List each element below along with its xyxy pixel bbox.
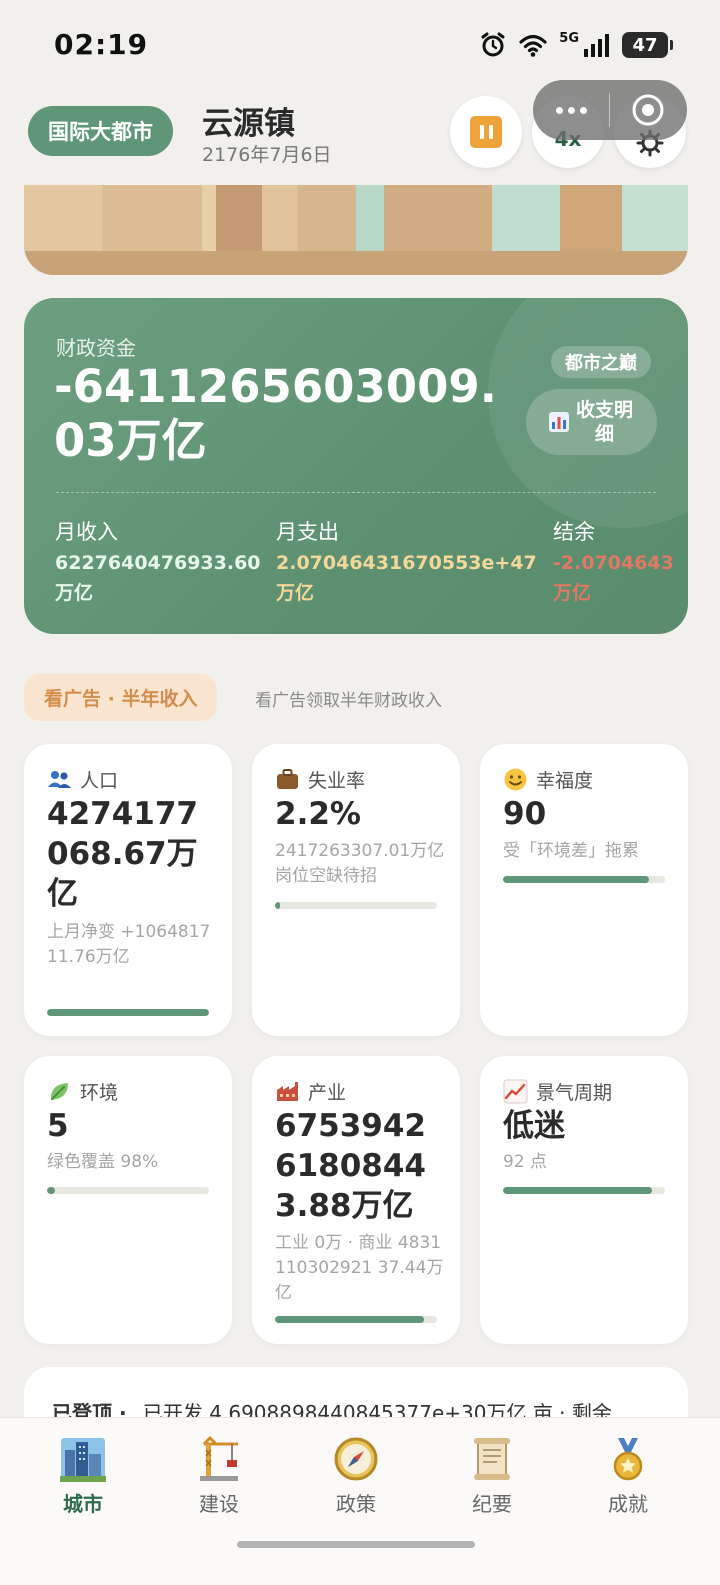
- balance-clip: 结余 -2.0704643 万亿: [553, 516, 688, 626]
- green-coverage: 绿色覆盖 98%: [47, 1152, 159, 1172]
- smile-icon: [503, 767, 528, 792]
- population-card[interactable]: 人口 4274177068.67万亿 上月净变 +106481711.76万亿: [24, 744, 232, 1036]
- status-icons: 5G 47: [479, 30, 673, 60]
- balance-value: -2.0704643: [553, 552, 674, 574]
- pause-button[interactable]: [450, 96, 522, 168]
- population-bar: [47, 1009, 209, 1016]
- nav-chronicle-label: 纪要: [472, 1492, 512, 1516]
- game-date: 2176年7月6日: [202, 144, 332, 166]
- population-change: 上月净变 +106481711.76万亿: [47, 922, 211, 967]
- bottom-nav: 城市 建设 政策 纪要 成就: [0, 1417, 720, 1585]
- wifi-icon: [519, 34, 547, 57]
- scroll-icon: [474, 1438, 510, 1480]
- population-value: 4274177068.67万亿: [47, 796, 198, 912]
- city-level-badge[interactable]: 国际大都市: [28, 106, 173, 156]
- status-time: 02:19: [54, 28, 149, 61]
- business-cycle-value: 低迷: [503, 1108, 565, 1144]
- industry-bar: [275, 1316, 437, 1323]
- balance-unit: 万亿: [553, 582, 592, 604]
- target-icon: [632, 94, 664, 126]
- header: 国际大都市 云源镇 2176年7月6日 4x: [0, 80, 720, 180]
- income-value: 6227640476933.60: [55, 552, 261, 574]
- crane-icon: [200, 1436, 238, 1481]
- card-title: 产业: [308, 1082, 347, 1104]
- status-bar: 02:19 5G 47: [0, 0, 720, 90]
- finance-label: 财政资金: [56, 336, 136, 360]
- income-expense-detail-button[interactable]: 收支明细: [526, 389, 657, 455]
- finance-divider: [56, 492, 656, 493]
- tier-badge: 都市之巅: [551, 346, 651, 378]
- balance-label: 结余: [553, 520, 595, 544]
- factory-icon: [275, 1079, 300, 1104]
- unemployment-bar: [275, 902, 437, 909]
- nav-city[interactable]: 城市: [33, 1436, 133, 1517]
- trend-chart-icon: [503, 1079, 528, 1104]
- home-indicator: [237, 1541, 475, 1548]
- income-unit: 万亿: [55, 582, 94, 604]
- leaf-icon: [47, 1079, 72, 1104]
- monthly-income: 月收入 6227640476933.60 万亿: [55, 516, 261, 608]
- card-title: 环境: [80, 1082, 119, 1104]
- finance-card: 财政资金 -6411265603009.03万亿 都市之巅 收支明细 月收入 6…: [24, 298, 688, 634]
- miniprogram-capsule: [533, 80, 687, 140]
- industry-value: 67539426180844 3.88万亿: [275, 1108, 426, 1224]
- nav-policy[interactable]: 政策: [306, 1436, 406, 1517]
- network-label: 5G: [559, 30, 579, 46]
- nav-chronicle[interactable]: 纪要: [442, 1436, 542, 1517]
- pause-icon: [470, 116, 502, 148]
- ad-note: 看广告领取半年财政收入: [255, 691, 442, 711]
- monthly-expense: 月支出 2.07046431670553e+47 万亿: [276, 516, 537, 608]
- happiness-value: 90: [503, 796, 547, 832]
- vacancy-note: 2417263307.01万亿 岗位空缺待招: [275, 841, 445, 886]
- skyline-ground: [24, 251, 688, 275]
- detail-button-label: 收支明细: [575, 399, 633, 445]
- nav-achievements-label: 成就: [608, 1492, 648, 1516]
- expense-value: 2.07046431670553e+47: [276, 552, 537, 574]
- unemployment-value: 2.2%: [275, 796, 361, 832]
- card-title: 失业率: [308, 770, 366, 792]
- compass-icon: [334, 1437, 378, 1481]
- expense-unit: 万亿: [276, 582, 315, 604]
- card-title: 景气周期: [536, 1082, 613, 1104]
- nav-city-label: 城市: [63, 1492, 103, 1516]
- nav-achievements[interactable]: 成就: [578, 1436, 678, 1517]
- industry-breakdown: 工业 0万 · 商业 4831110302921 37.44万亿: [275, 1233, 444, 1303]
- medal-icon: [613, 1438, 643, 1481]
- finance-amount: -6411265603009.03万亿: [54, 360, 497, 467]
- city-skyline-banner: [24, 185, 688, 275]
- battery-indicator: 47: [622, 32, 673, 58]
- close-miniprogram-button[interactable]: [610, 93, 686, 127]
- card-title: 幸福度: [536, 770, 594, 792]
- happiness-bar: [503, 876, 665, 883]
- bar-chart-icon: [548, 412, 569, 432]
- nav-build[interactable]: 建设: [169, 1436, 269, 1517]
- signal-icon: [584, 34, 609, 57]
- environment-bar: [47, 1187, 209, 1194]
- briefcase-icon: [275, 767, 300, 792]
- environment-value: 5: [47, 1108, 69, 1144]
- business-cycle-points: 92 点: [503, 1152, 548, 1172]
- city-icon: [60, 1438, 106, 1482]
- happiness-card[interactable]: 幸福度 90 受「环境差」拖累: [480, 744, 688, 1036]
- business-cycle-bar: [503, 1187, 665, 1194]
- expense-label: 月支出: [276, 520, 339, 544]
- watch-ad-button[interactable]: 看广告 · 半年收入: [24, 674, 218, 721]
- business-cycle-card[interactable]: 景气周期 低迷 92 点: [480, 1056, 688, 1344]
- city-name: 云源镇: [202, 106, 295, 142]
- monthly-balance: 结余 -2.0704643 万亿: [553, 516, 674, 608]
- card-title: 人口: [80, 770, 119, 792]
- more-menu-button[interactable]: [533, 106, 609, 114]
- environment-card[interactable]: 环境 5 绿色覆盖 98%: [24, 1056, 232, 1344]
- nav-policy-label: 政策: [336, 1492, 376, 1516]
- unemployment-card[interactable]: 失业率 2.2% 2417263307.01万亿 岗位空缺待招: [252, 744, 460, 1036]
- nav-build-label: 建设: [199, 1492, 239, 1516]
- income-label: 月收入: [55, 520, 118, 544]
- happiness-note: 受「环境差」拖累: [503, 841, 639, 861]
- industry-card[interactable]: 产业 67539426180844 3.88万亿 工业 0万 · 商业 4831…: [252, 1056, 460, 1344]
- people-icon: [47, 767, 72, 792]
- alarm-icon: [481, 32, 505, 57]
